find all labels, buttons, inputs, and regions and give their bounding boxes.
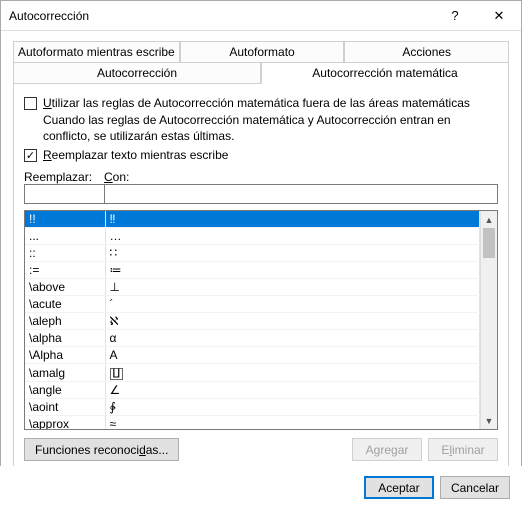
entry-value: ∳ [105, 399, 480, 416]
dialog-content: Autoformato mientras escribe Autoformato… [1, 31, 521, 480]
entry-key: \angle [25, 382, 105, 399]
table-row[interactable]: \AlphaΑ [25, 347, 480, 364]
table-row[interactable]: \above⊥ [25, 279, 480, 296]
delete-button[interactable]: Eliminar [428, 438, 498, 461]
column-labels: Reemplazar: Con: [24, 170, 498, 184]
table-row[interactable]: \amalg∐ [25, 364, 480, 382]
entry-value: … [105, 228, 480, 245]
table-row[interactable]: :=≔ [25, 262, 480, 279]
dialog-footer: Aceptar Cancelar [0, 466, 522, 511]
entry-key: !! [25, 211, 105, 228]
tab-autocorrect-math[interactable]: Autocorrección matemática [261, 63, 508, 84]
tab-autoformat-typing[interactable]: Autoformato mientras escribe [14, 42, 180, 63]
table-row[interactable]: \acute´ [25, 296, 480, 313]
entry-value: ∷ [105, 245, 480, 262]
replace-while-checkbox[interactable] [24, 149, 37, 162]
entries-listbox: !!‼...…::∷:=≔\above⊥\acute´\alephℵ\alpha… [24, 210, 498, 430]
entry-key: \aoint [25, 399, 105, 416]
entry-key: \alpha [25, 330, 105, 347]
table-row[interactable]: \alphaα [25, 330, 480, 347]
entry-value: ‼ [105, 211, 480, 228]
table-row[interactable]: \aoint∳ [25, 399, 480, 416]
entry-key: \amalg [25, 364, 105, 382]
entries-list[interactable]: !!‼...…::∷:=≔\above⊥\acute´\alephℵ\alpha… [25, 211, 480, 429]
entry-key: := [25, 262, 105, 279]
scroll-up-icon[interactable]: ▲ [481, 211, 497, 228]
replace-while-row: Reemplazar texto mientras escribe [24, 148, 498, 162]
entry-key: \above [25, 279, 105, 296]
with-input[interactable] [104, 184, 498, 204]
entry-value: α [105, 330, 480, 347]
entry-value: ≈ [105, 416, 480, 430]
conflict-note: Cuando las reglas de Autocorrección mate… [43, 112, 498, 144]
table-row[interactable]: !!‼ [25, 211, 480, 228]
cancel-button[interactable]: Cancelar [440, 476, 510, 499]
use-math-outside-checkbox[interactable] [24, 97, 37, 110]
scroll-thumb[interactable] [483, 228, 495, 258]
add-button[interactable]: Agregar [352, 438, 422, 461]
entry-key: ... [25, 228, 105, 245]
table-row[interactable]: \alephℵ [25, 313, 480, 330]
entry-key: :: [25, 245, 105, 262]
entry-key: \approx [25, 416, 105, 430]
entry-value: ´ [105, 296, 480, 313]
list-button-row: Funciones reconocidas... Agregar Elimina… [24, 438, 498, 461]
close-button[interactable]: ✕ [477, 1, 521, 31]
table-row[interactable]: \angle∠ [25, 382, 480, 399]
replace-while-label: Reemplazar texto mientras escribe [43, 148, 228, 162]
label-with: Con: [104, 170, 498, 184]
window-title: Autocorrección [9, 9, 433, 23]
label-replace: Reemplazar: [24, 170, 104, 184]
tab-row-1: Autoformato mientras escribe Autoformato… [14, 42, 508, 63]
entry-value: ℵ [105, 313, 480, 330]
input-row [24, 184, 498, 204]
replace-input[interactable] [24, 184, 104, 204]
entry-key: \aleph [25, 313, 105, 330]
scroll-down-icon[interactable]: ▼ [481, 412, 497, 429]
use-math-outside-label: Utilizar las reglas de Autocorrección ma… [43, 96, 470, 110]
ok-button[interactable]: Aceptar [364, 476, 434, 499]
scrollbar[interactable]: ▲ ▼ [480, 211, 497, 429]
table-row[interactable]: ::∷ [25, 245, 480, 262]
entry-value: ≔ [105, 262, 480, 279]
entry-value: Α [105, 347, 480, 364]
tab-body: Utilizar las reglas de Autocorrección ma… [14, 84, 508, 471]
use-math-outside-row: Utilizar las reglas de Autocorrección ma… [24, 96, 498, 110]
help-button[interactable]: ? [433, 1, 477, 31]
table-row[interactable]: \approx≈ [25, 416, 480, 430]
entry-value: ∠ [105, 382, 480, 399]
tab-autoformat[interactable]: Autoformato [180, 42, 345, 63]
entry-key: \Alpha [25, 347, 105, 364]
scroll-track[interactable] [481, 228, 497, 412]
entry-value: ∐ [105, 364, 480, 382]
entry-key: \acute [25, 296, 105, 313]
entry-value: ⊥ [105, 279, 480, 296]
recognized-functions-button[interactable]: Funciones reconocidas... [24, 438, 179, 461]
tab-autocorrect[interactable]: Autocorrección [14, 63, 261, 84]
titlebar: Autocorrección ? ✕ [1, 1, 521, 31]
tab-control: Autoformato mientras escribe Autoformato… [13, 41, 509, 472]
tab-actions[interactable]: Acciones [344, 42, 508, 63]
table-row[interactable]: ...… [25, 228, 480, 245]
tab-row-2: Autocorrección Autocorrección matemática [14, 63, 508, 84]
